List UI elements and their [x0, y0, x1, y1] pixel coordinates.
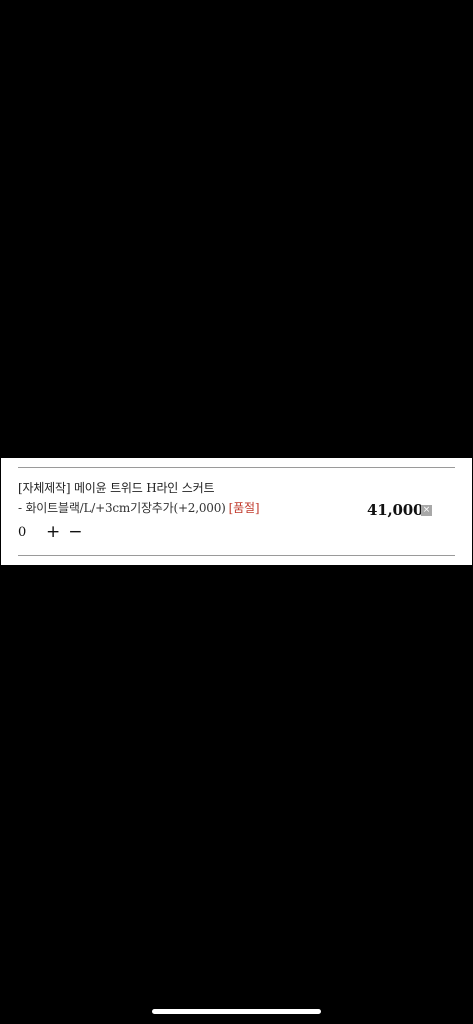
option-text: - 화이트블랙/L/+3cm기장추가(+2,000): [18, 501, 226, 515]
quantity-increase-button[interactable]: +: [46, 522, 60, 542]
top-divider: [18, 467, 455, 468]
cart-item-panel: [자체제작] 메이윤 트위드 H라인 스커트 - 화이트블랙/L/+3cm기장추…: [1, 458, 472, 565]
item-price: 41,000: [367, 501, 424, 519]
close-icon: ×: [422, 505, 431, 515]
remove-item-button[interactable]: ×: [421, 505, 432, 516]
screen: [자체제작] 메이윤 트위드 H라인 스커트 - 화이트블랙/L/+3cm기장추…: [0, 0, 473, 1024]
home-indicator[interactable]: [152, 1009, 321, 1014]
quantity-stepper: 0 + −: [18, 522, 83, 542]
soldout-label: [품절]: [228, 501, 260, 515]
product-name: [자체제작] 메이윤 트위드 H라인 스커트: [18, 481, 215, 495]
quantity-decrease-button[interactable]: −: [68, 522, 82, 542]
product-option: - 화이트블랙/L/+3cm기장추가(+2,000) [품절]: [18, 499, 260, 516]
quantity-value: 0: [18, 524, 27, 540]
bottom-divider: [18, 555, 455, 556]
